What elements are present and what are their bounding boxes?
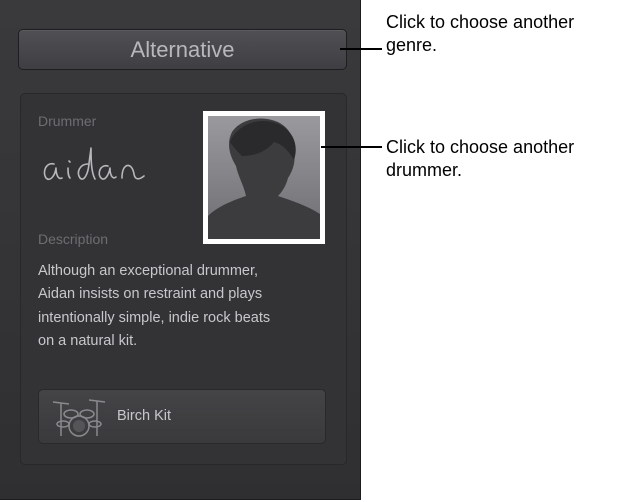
description-line: Although an exceptional drummer, [38, 263, 259, 279]
description-line: on a natural kit. [38, 333, 138, 350]
callout-line-drummer [321, 146, 382, 148]
description-line: intentionally simple, indie rock beats [38, 309, 271, 326]
drum-kit-icon [49, 396, 109, 443]
drummer-description: Although an exceptional drummer, Aidan i… [38, 260, 338, 354]
description-line: Aidan insists on restraint and plays [38, 286, 263, 303]
drummer-silhouette-icon [208, 116, 320, 239]
callout-line-text: genre. [386, 35, 438, 55]
kit-label: Birch Kit [117, 408, 171, 424]
callout-drummer: Click to choose another drummer. [386, 136, 616, 182]
kit-button[interactable]: Birch Kit [38, 389, 326, 444]
genre-button[interactable]: Alternative [18, 29, 347, 70]
drummer-section-label: Drummer [38, 113, 97, 129]
callout-line-text: Click to choose another [386, 137, 575, 157]
callout-line-text: Click to choose another [386, 12, 575, 32]
drummer-portrait[interactable] [203, 111, 325, 244]
callout-genre: Click to choose another genre. [386, 11, 616, 57]
callout-line-text: drummer. [386, 160, 463, 180]
drummer-signature [40, 142, 170, 195]
callout-line-genre [340, 48, 382, 50]
description-label: Description [38, 231, 109, 247]
